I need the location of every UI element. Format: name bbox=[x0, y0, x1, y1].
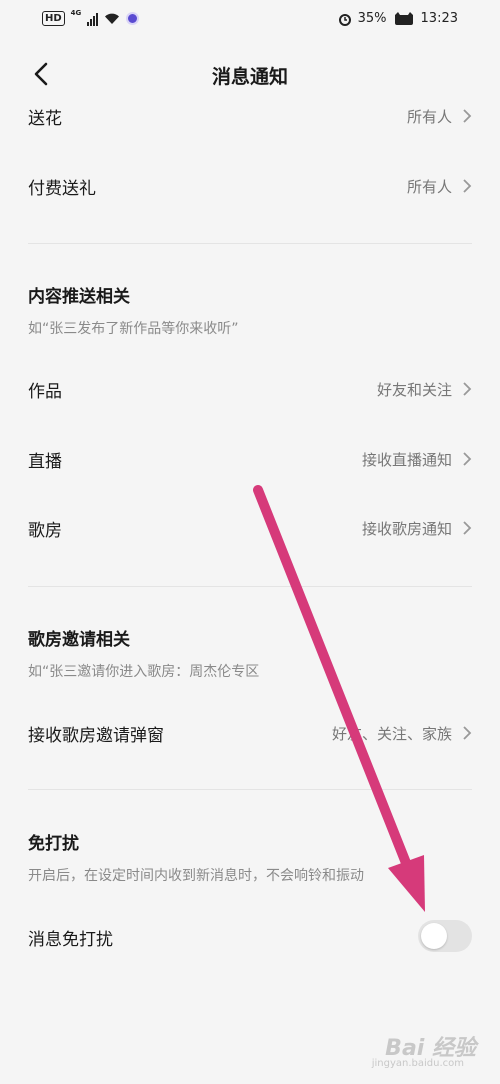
row-song-room[interactable]: 歌房 接收歌房通知 bbox=[0, 508, 500, 548]
row-value: 所有人 bbox=[406, 178, 452, 196]
battery-percent: 35% bbox=[357, 11, 387, 26]
row-value: 好友、关注、家族 bbox=[331, 725, 452, 743]
row-label: 消息免打扰 bbox=[28, 930, 113, 950]
section-desc-content-push: 如“张三发布了新作品等你来收听” bbox=[28, 321, 239, 337]
section-title-room-invite: 歌房邀请相关 bbox=[28, 630, 130, 650]
clock: 13:23 bbox=[420, 11, 458, 26]
section-desc-room-invite: 如“张三邀请你进入歌房：周杰伦专区 bbox=[28, 664, 260, 680]
toggle-knob bbox=[421, 923, 447, 949]
battery-icon bbox=[394, 12, 413, 25]
watermark-url: jingyan.baidu.com bbox=[371, 1058, 464, 1069]
row-flowers[interactable]: 送花 所有人 bbox=[0, 96, 500, 136]
chevron-right-icon bbox=[463, 109, 472, 123]
signal-icon bbox=[87, 12, 99, 26]
section-title-content-push: 内容推送相关 bbox=[28, 287, 130, 307]
divider bbox=[28, 243, 472, 244]
wifi-icon bbox=[105, 13, 120, 24]
chevron-right-icon bbox=[463, 452, 472, 466]
chevron-right-icon bbox=[463, 179, 472, 193]
row-paid-gift[interactable]: 付费送礼 所有人 bbox=[0, 166, 500, 206]
chevron-right-icon bbox=[463, 726, 472, 740]
row-label: 送花 bbox=[28, 109, 62, 129]
hd-badge: HD bbox=[42, 11, 65, 26]
status-bar: HD 4G 35% 13:23 bbox=[0, 0, 500, 40]
dnd-toggle[interactable] bbox=[418, 920, 472, 952]
app-notification-icon bbox=[126, 12, 140, 25]
row-label: 歌房 bbox=[28, 521, 62, 541]
header: 消息通知 bbox=[0, 50, 500, 98]
row-label: 直播 bbox=[28, 452, 62, 472]
row-label: 接收歌房邀请弹窗 bbox=[28, 726, 164, 746]
divider bbox=[28, 789, 472, 790]
chevron-right-icon bbox=[463, 521, 472, 535]
chevron-right-icon bbox=[463, 382, 472, 396]
row-live[interactable]: 直播 接收直播通知 bbox=[0, 439, 500, 479]
alarm-icon bbox=[338, 13, 351, 26]
section-desc-dnd: 开启后，在设定时间内收到新消息时，不会响铃和振动 bbox=[28, 868, 364, 884]
page-title: 消息通知 bbox=[211, 66, 288, 88]
row-label: 付费送礼 bbox=[28, 179, 96, 199]
row-value: 接收歌房通知 bbox=[361, 520, 452, 538]
section-title-dnd: 免打扰 bbox=[28, 834, 79, 854]
row-value: 好友和关注 bbox=[376, 381, 452, 399]
divider bbox=[28, 586, 472, 587]
row-works[interactable]: 作品 好友和关注 bbox=[0, 369, 500, 409]
row-value: 接收直播通知 bbox=[361, 451, 452, 469]
row-value: 所有人 bbox=[406, 108, 452, 126]
row-label: 作品 bbox=[28, 382, 62, 402]
row-room-invite-popup[interactable]: 接收歌房邀请弹窗 好友、关注、家族 bbox=[0, 713, 500, 753]
network-type: 4G bbox=[70, 8, 82, 17]
